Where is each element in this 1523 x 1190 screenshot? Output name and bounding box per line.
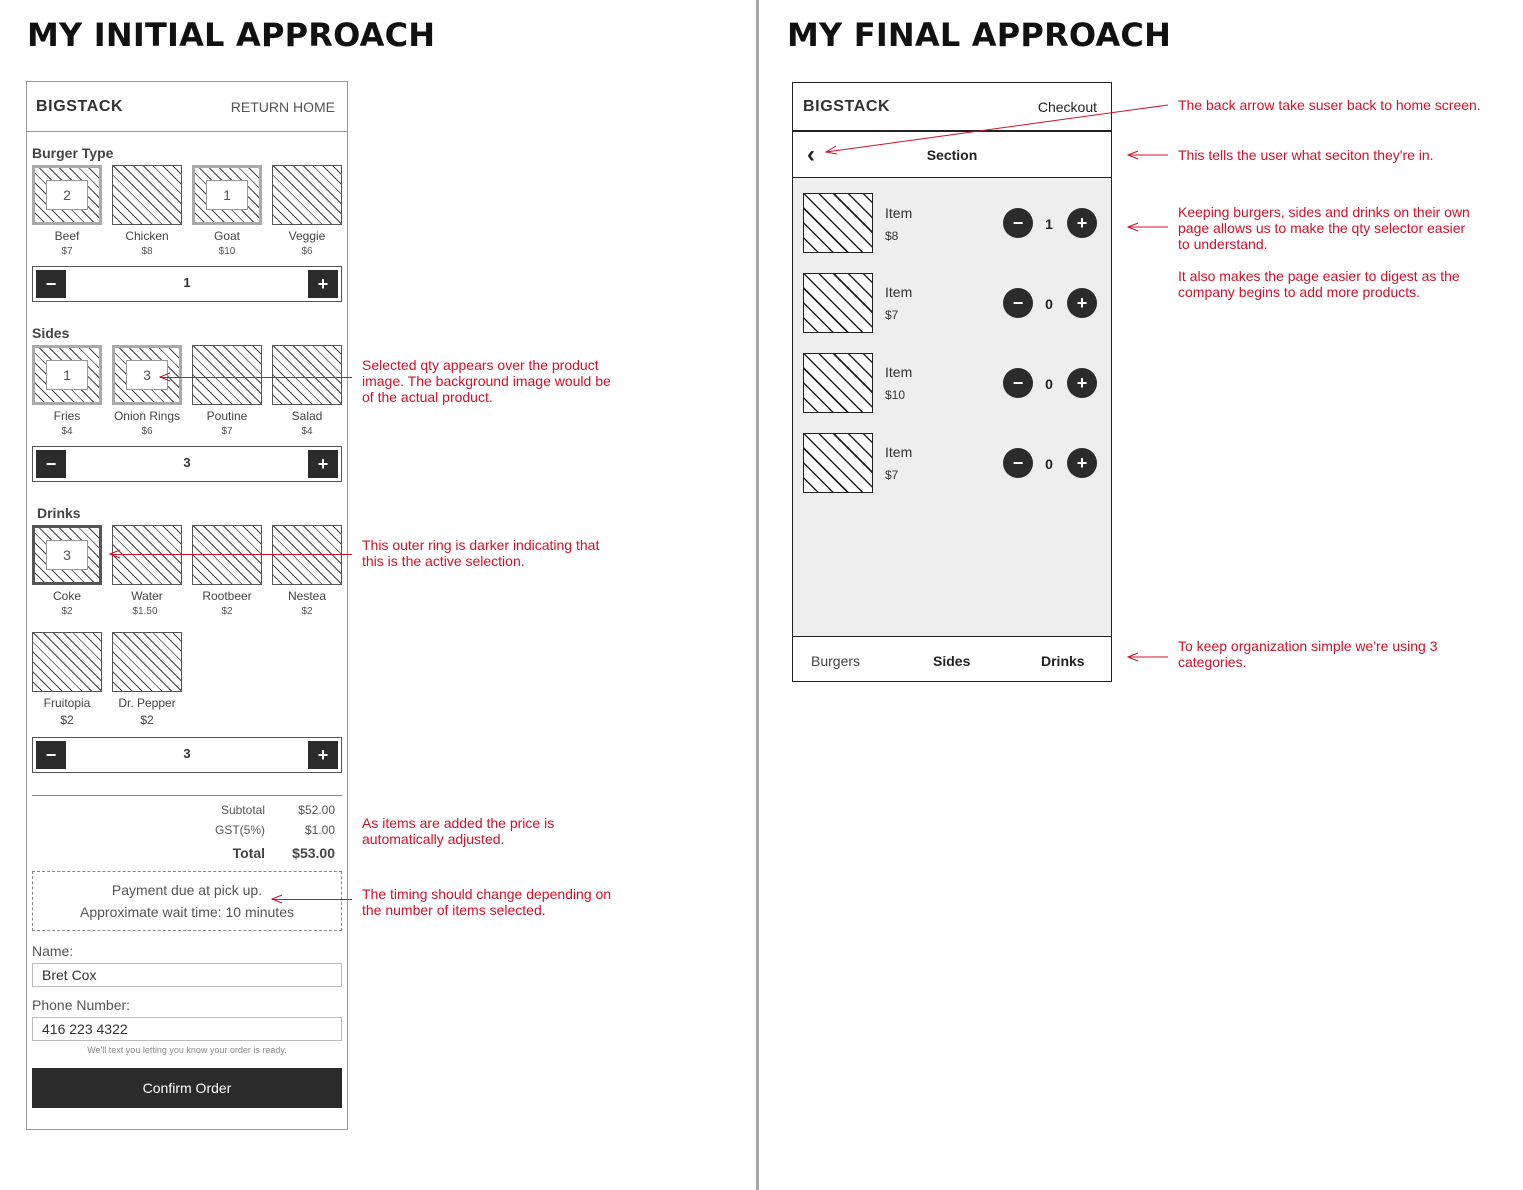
note-separate-pages: Keeping burgers, sides and drinks on the… xyxy=(1178,204,1470,252)
note-section: This tells the user what seciton they're… xyxy=(1178,147,1434,163)
note-digest: It also makes the page easier to digest … xyxy=(1178,268,1460,300)
note-back-arrow: The back arrow take suser back to home s… xyxy=(1178,97,1481,113)
annotation-lines xyxy=(108,104,1169,904)
note-categories: To keep organization simple we're using … xyxy=(1178,638,1438,670)
